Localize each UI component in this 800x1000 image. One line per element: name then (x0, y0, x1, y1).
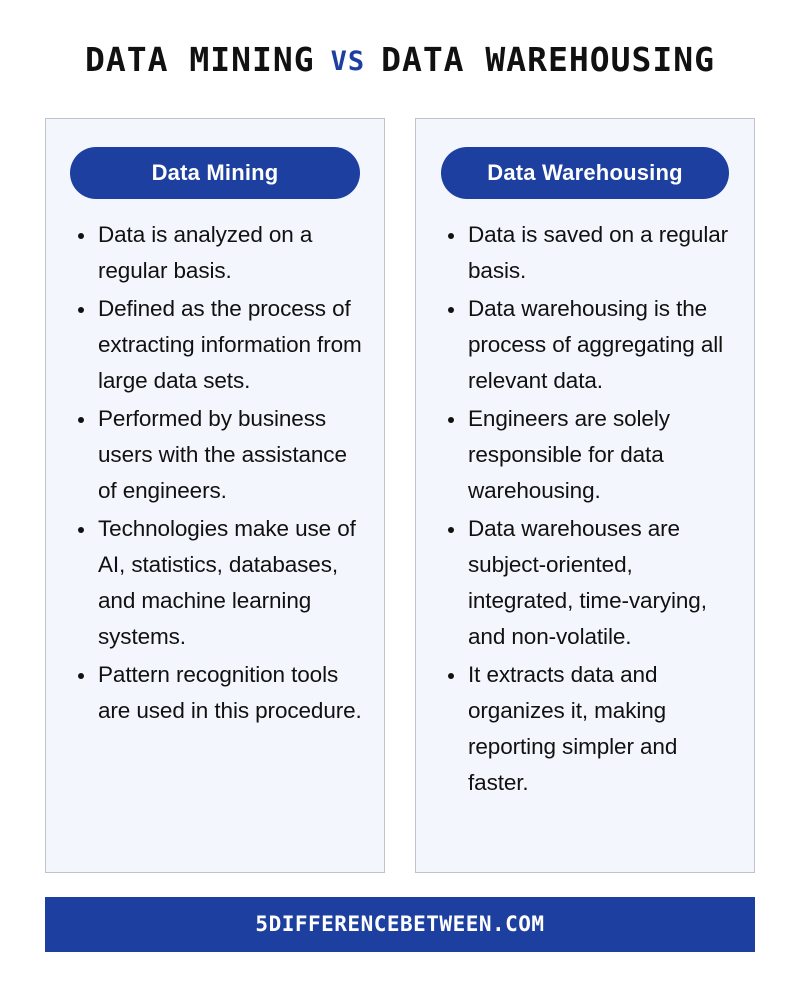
footer-website-label: 5DIFFERENCEBETWEEN.COM (255, 912, 545, 936)
column-heading-data-mining: Data Mining (70, 147, 360, 199)
title-right-term: DATA WAREHOUSING (381, 40, 715, 79)
points-list-data-mining: Data is analyzed on a regular basis. Def… (60, 217, 370, 729)
title-left-term: DATA MINING (85, 40, 315, 79)
page-title: DATA MINING VS DATA WAREHOUSING (0, 40, 800, 82)
list-item: Data warehouses are subject-oriented, in… (430, 511, 740, 655)
column-heading-data-warehousing: Data Warehousing (441, 147, 729, 199)
points-list-data-warehousing: Data is saved on a regular basis. Data w… (430, 217, 740, 801)
footer-banner: 5DIFFERENCEBETWEEN.COM (45, 897, 755, 952)
list-item: Data is saved on a regular basis. (430, 217, 740, 289)
list-item: Data warehousing is the process of aggre… (430, 291, 740, 399)
title-vs-separator: VS (330, 46, 366, 77)
list-item: It extracts data and organizes it, makin… (430, 657, 740, 801)
list-item: Data is analyzed on a regular basis. (60, 217, 370, 289)
list-item: Defined as the process of extracting inf… (60, 291, 370, 399)
comparison-columns: Data Mining Data is analyzed on a regula… (45, 118, 755, 873)
comparison-infographic: DATA MINING VS DATA WAREHOUSING Data Minin… (0, 0, 800, 1000)
list-item: Pattern recognition tools are used in th… (60, 657, 370, 729)
column-data-mining: Data Mining Data is analyzed on a regula… (45, 118, 385, 873)
column-data-warehousing: Data Warehousing Data is saved on a regu… (415, 118, 755, 873)
list-item: Performed by business users with the ass… (60, 401, 370, 509)
list-item: Technologies make use of AI, statistics,… (60, 511, 370, 655)
list-item: Engineers are solely responsible for dat… (430, 401, 740, 509)
